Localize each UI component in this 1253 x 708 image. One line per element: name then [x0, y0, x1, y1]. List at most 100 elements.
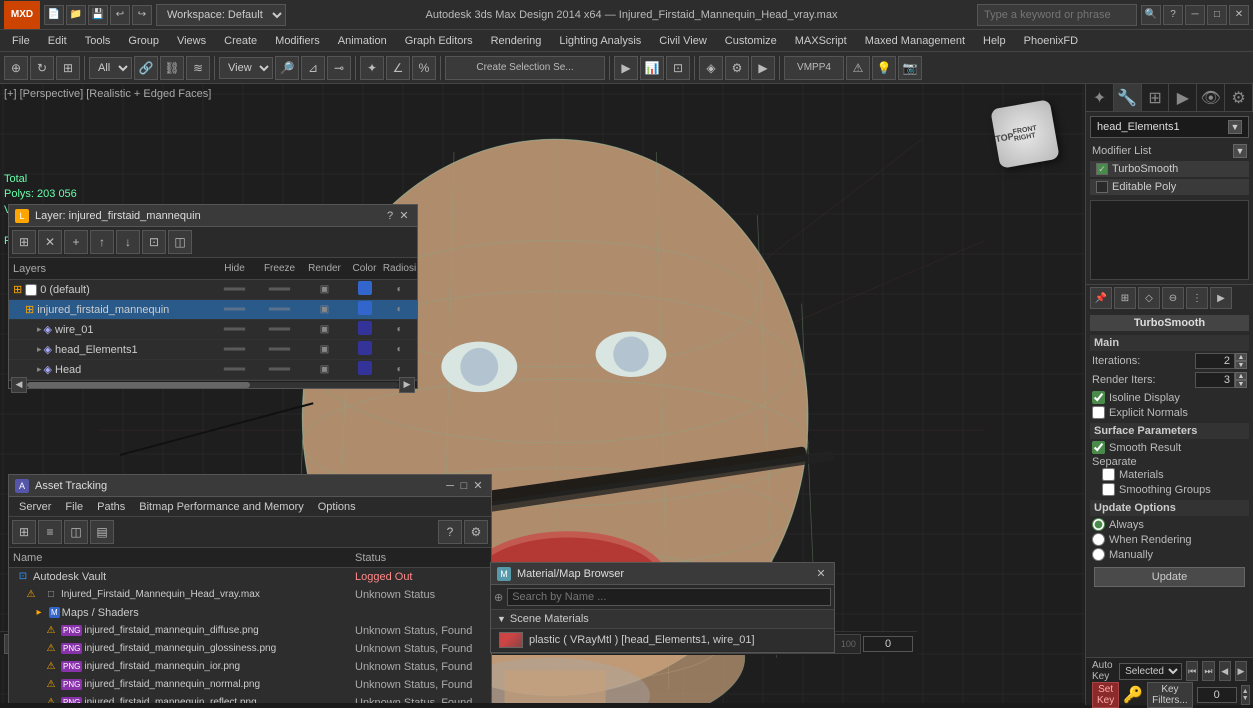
- toolbar-warning-btn[interactable]: ⚠: [846, 56, 870, 80]
- menu-phoenix[interactable]: PhoenixFD: [1016, 31, 1086, 51]
- render-iters-spinner[interactable]: ▲ ▼: [1235, 372, 1247, 388]
- smooth-result-checkbox[interactable]: [1092, 441, 1105, 454]
- ctrl-configure-btn[interactable]: ⋮: [1186, 287, 1208, 309]
- frame-input[interactable]: [863, 636, 913, 652]
- ctrl-make-unique-btn[interactable]: ◇: [1138, 287, 1160, 309]
- selection-set-btn[interactable]: Create Selection Se...: [445, 56, 605, 80]
- minimize-icon[interactable]: ─: [1185, 5, 1205, 25]
- ctrl-show-end-btn[interactable]: ⊞: [1114, 287, 1136, 309]
- asset-row-file[interactable]: ⚠ □ Injured_Firstaid_Mannequin_Head_vray…: [9, 586, 491, 604]
- nav-cube[interactable]: TOPFRONT RIGHT: [995, 104, 1055, 164]
- turbossmooth-checkbox[interactable]: ✓: [1096, 163, 1108, 175]
- autokey-nav4-btn[interactable]: ▶: [1235, 661, 1247, 681]
- layers-tool1[interactable]: ⊞: [12, 230, 36, 254]
- close-icon[interactable]: ✕: [1229, 5, 1249, 25]
- menu-rendering[interactable]: Rendering: [483, 31, 550, 51]
- menu-graph-editors[interactable]: Graph Editors: [397, 31, 481, 51]
- toolbar-bind-btn[interactable]: ≋: [186, 56, 210, 80]
- tab-hierarchy[interactable]: ⊞: [1142, 84, 1170, 111]
- autokey-dropdown[interactable]: Selected: [1119, 663, 1182, 680]
- layer-row-2[interactable]: ▸ ◈ wire_01 ═══ ═══ ▣ ◐: [9, 320, 417, 340]
- toolbar-align-btn[interactable]: ⊸: [327, 56, 351, 80]
- toolbar-light-btn[interactable]: 💡: [872, 56, 896, 80]
- asset-menu-server[interactable]: Server: [13, 500, 57, 514]
- smoothing-groups-checkbox[interactable]: [1102, 483, 1115, 496]
- menu-maxed[interactable]: Maxed Management: [857, 31, 973, 51]
- scroll-left-btn[interactable]: ◀: [11, 377, 27, 393]
- menu-maxscript[interactable]: MAXScript: [787, 31, 855, 51]
- material-item-plastic[interactable]: plastic ( VRayMtl ) [head_Elements1, wir…: [491, 629, 834, 652]
- toolbar-named-sel-btn[interactable]: ▶: [614, 56, 638, 80]
- workspace-selector[interactable]: Workspace: Default: [156, 4, 286, 26]
- asset-tool2[interactable]: ≡: [38, 520, 62, 544]
- tab-motion[interactable]: ▶: [1169, 84, 1197, 111]
- toolbar-percent-snap-btn[interactable]: %: [412, 56, 436, 80]
- toolbar-zoom-btn[interactable]: 🔎: [275, 56, 299, 80]
- asset-close-btn[interactable]: ✕: [471, 479, 485, 493]
- layers-tool6[interactable]: ⊡: [142, 230, 166, 254]
- layers-tool4[interactable]: ↑: [90, 230, 114, 254]
- toolbar-vmpp-btn[interactable]: VMPP4: [784, 56, 844, 80]
- menu-customize[interactable]: Customize: [717, 31, 785, 51]
- when-rendering-radio[interactable]: [1092, 533, 1105, 546]
- modifier-name-dropdown[interactable]: ▼: [1228, 120, 1242, 134]
- scroll-right-btn[interactable]: ▶: [399, 377, 415, 393]
- material-close-btn[interactable]: ✕: [814, 567, 828, 581]
- toolbar-select-btn[interactable]: ⊕: [4, 56, 28, 80]
- menu-views[interactable]: Views: [169, 31, 214, 51]
- layers-help-btn[interactable]: ?: [383, 209, 397, 223]
- asset-row-vault[interactable]: ⊡ Autodesk Vault Logged Out: [9, 568, 491, 586]
- layer-row-0[interactable]: ⊞ 0 (default) ═══ ═══ ▣ ◐: [9, 280, 417, 300]
- tab-modify[interactable]: 🔧: [1114, 84, 1142, 111]
- render-iters-up-btn[interactable]: ▲: [1235, 372, 1247, 380]
- setkey-button[interactable]: Set Key: [1092, 682, 1119, 708]
- iterations-input[interactable]: [1195, 353, 1235, 369]
- open-btn[interactable]: 📁: [66, 5, 86, 25]
- layers-tool7[interactable]: ◫: [168, 230, 192, 254]
- menu-edit[interactable]: Edit: [40, 31, 75, 51]
- toolbar-snap-btn[interactable]: ✦: [360, 56, 384, 80]
- layers-scrollbar[interactable]: ◀ ▶: [9, 380, 417, 388]
- asset-maximize-btn[interactable]: □: [457, 479, 471, 493]
- modifier-list-dropdown-btn[interactable]: ▼: [1233, 144, 1247, 158]
- layer-row-3[interactable]: ▸ ◈ head_Elements1 ═══ ═══ ▣ ◐: [9, 340, 417, 360]
- ctrl-next-btn[interactable]: ▶: [1210, 287, 1232, 309]
- menu-animation[interactable]: Animation: [330, 31, 395, 51]
- asset-row-gloss[interactable]: ⚠ PNG injured_firstaid_mannequin_glossin…: [9, 640, 491, 658]
- asset-minimize-btn[interactable]: ─: [443, 479, 457, 493]
- menu-file[interactable]: File: [4, 31, 38, 51]
- iterations-down-btn[interactable]: ▼: [1235, 361, 1247, 369]
- toolbar-schematic-btn[interactable]: ⊡: [666, 56, 690, 80]
- editable-poly-checkbox[interactable]: [1096, 181, 1108, 193]
- asset-row-ior[interactable]: ⚠ PNG injured_firstaid_mannequin_ior.png…: [9, 658, 491, 676]
- ctrl-pin-btn[interactable]: 📌: [1090, 287, 1112, 309]
- tab-create[interactable]: ✦: [1086, 84, 1114, 111]
- autokey-nav3-btn[interactable]: ◀: [1219, 661, 1231, 681]
- asset-row-diffuse[interactable]: ⚠ PNG injured_firstaid_mannequin_diffuse…: [9, 622, 491, 640]
- menu-lighting[interactable]: Lighting Analysis: [551, 31, 649, 51]
- explicit-normals-checkbox[interactable]: [1092, 406, 1105, 419]
- help-icon[interactable]: ?: [1163, 5, 1183, 25]
- update-button[interactable]: Update: [1094, 567, 1245, 587]
- search-input[interactable]: [977, 4, 1137, 26]
- toolbar-angle-snap-btn[interactable]: ∠: [386, 56, 410, 80]
- select-filter-dropdown[interactable]: All: [89, 57, 132, 79]
- toolbar-link-btn[interactable]: 🔗: [134, 56, 158, 80]
- layer-0-checkbox[interactable]: [25, 284, 37, 296]
- manually-radio[interactable]: [1092, 548, 1105, 561]
- layers-tool2[interactable]: ✕: [38, 230, 62, 254]
- asset-help-btn[interactable]: ?: [438, 520, 462, 544]
- tab-utilities[interactable]: ⚙: [1225, 84, 1253, 111]
- modifier-turbossmooth[interactable]: ✓ TurboSmooth: [1090, 161, 1249, 177]
- menu-modifiers[interactable]: Modifiers: [267, 31, 328, 51]
- keyfilters-button[interactable]: Key Filters...: [1147, 682, 1193, 708]
- maximize-icon[interactable]: □: [1207, 5, 1227, 25]
- layers-titlebar[interactable]: L Layer: injured_firstaid_mannequin ? ✕: [9, 205, 417, 227]
- viewport-3d[interactable]: [+] [Perspective] [Realistic + Edged Fac…: [0, 84, 1085, 703]
- asset-tool1[interactable]: ⊞: [12, 520, 36, 544]
- material-search-input[interactable]: [507, 588, 831, 606]
- layers-tool5[interactable]: ↓: [116, 230, 140, 254]
- menu-group[interactable]: Group: [120, 31, 167, 51]
- toolbar-unlink-btn[interactable]: ⛓: [160, 56, 184, 80]
- asset-menu-bitmap[interactable]: Bitmap Performance and Memory: [133, 500, 309, 514]
